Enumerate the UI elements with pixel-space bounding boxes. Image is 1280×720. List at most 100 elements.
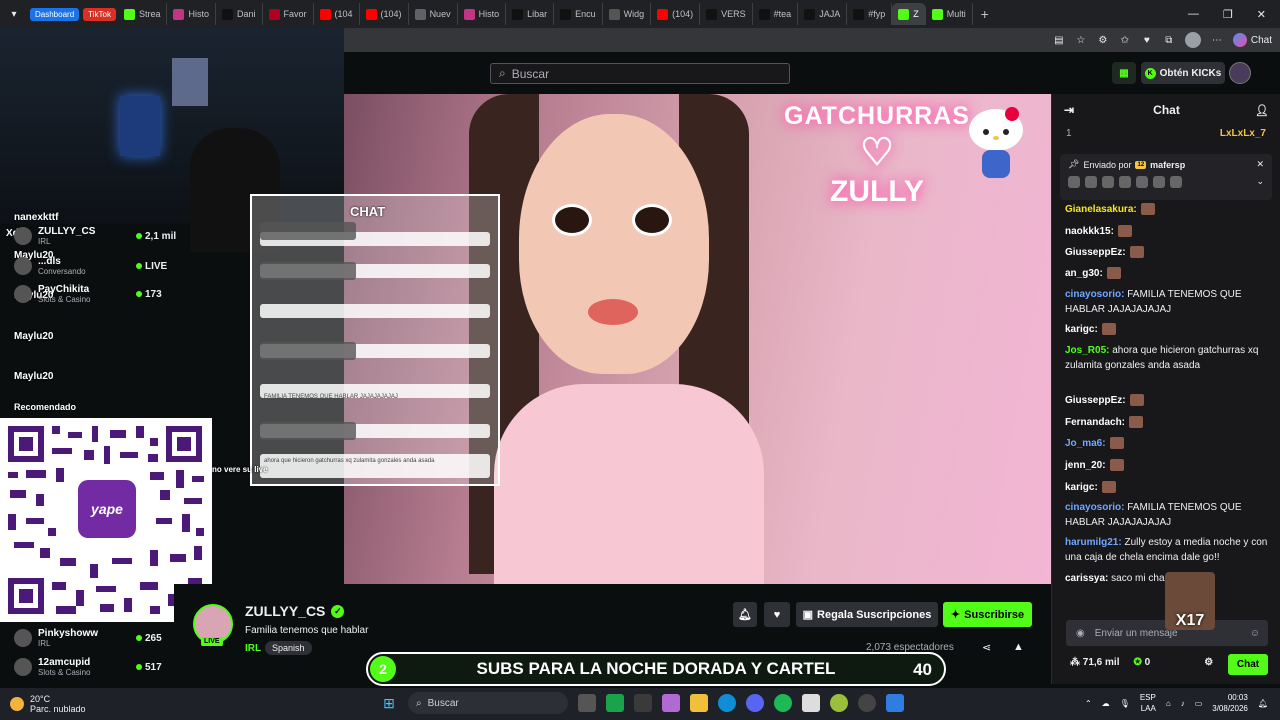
sidebar-channel[interactable]: Pinkyshoww IRL 265 <box>14 628 162 648</box>
chat-username[interactable]: carissya: <box>1065 573 1108 584</box>
reading-mode-icon[interactable]: ▤ <box>1053 34 1065 46</box>
kick-rewards-icon[interactable]: ▦ <box>1112 62 1136 84</box>
file-explorer-icon[interactable] <box>690 694 708 712</box>
windows-start-icon[interactable]: ⊞ <box>380 694 398 712</box>
chat-username[interactable]: cinayosorio: <box>1065 289 1124 300</box>
browser-tab[interactable]: Strea <box>118 3 168 25</box>
minimize-icon[interactable]: — <box>1188 8 1199 21</box>
hello-kitty-figure <box>969 107 1023 178</box>
sidebar-channel[interactable]: ...dls Conversando LIVE <box>14 256 167 276</box>
copilot-app-icon[interactable] <box>662 694 680 712</box>
extensions-icon[interactable]: ⚙ <box>1097 34 1109 46</box>
browser-tab[interactable]: Libar <box>506 3 555 25</box>
top-gifter[interactable]: LxLxLx_7 <box>1220 128 1266 139</box>
chat-username[interactable]: Jos_R05: <box>1065 345 1109 356</box>
user-avatar[interactable] <box>1229 62 1251 84</box>
browser-tab[interactable]: (104) <box>360 3 409 25</box>
clock[interactable]: 00:03 3/08/2026 <box>1212 692 1248 714</box>
stream-category[interactable]: IRL <box>245 643 261 654</box>
more-options-icon[interactable]: ⋯ <box>1211 34 1223 46</box>
users-icon[interactable]: 👤︎ <box>1255 104 1269 117</box>
notes-app-icon[interactable] <box>606 694 624 712</box>
chat-username[interactable]: jenn_20: <box>1065 460 1106 471</box>
spotify-icon[interactable] <box>774 694 792 712</box>
onedrive-icon[interactable]: ☁ <box>1102 699 1110 708</box>
tab-group-tiktok[interactable]: TikTok <box>83 7 116 21</box>
browser-tab[interactable]: Multi <box>926 3 973 25</box>
task-view-icon[interactable] <box>578 694 596 712</box>
chat-username[interactable]: naokkk15: <box>1065 226 1114 237</box>
browser-tab[interactable]: Dani <box>216 3 263 25</box>
new-tab-button[interactable]: + <box>973 6 997 22</box>
settings-icon[interactable]: ⚙ <box>1204 657 1213 668</box>
notifications-button[interactable]: 🔔︎ <box>733 602 757 627</box>
follow-button[interactable]: ♥ <box>764 602 790 627</box>
mic-icon[interactable]: 🎙︎ <box>1120 699 1130 708</box>
app-icon[interactable] <box>830 694 848 712</box>
network-icon[interactable]: ⌂ <box>1166 699 1171 708</box>
share-icon[interactable]: ⋖ <box>982 641 991 654</box>
edge-browser-icon[interactable] <box>718 694 736 712</box>
battery-icon[interactable]: ▭ <box>1195 699 1203 708</box>
discord-icon[interactable] <box>746 694 764 712</box>
favorites-icon[interactable]: ✩ <box>1119 34 1131 46</box>
chat-username[interactable]: GiusseppEz: <box>1065 247 1126 258</box>
browser-tab[interactable]: Z <box>892 3 926 25</box>
weather-widget[interactable]: 20°C Parc. nublado <box>10 694 86 714</box>
collections-icon[interactable]: ⧉ <box>1163 34 1175 46</box>
collapse-chat-icon[interactable]: ⇥ <box>1064 103 1074 117</box>
search-input[interactable]: ⌕ Buscar <box>490 63 790 84</box>
bookmark-star-icon[interactable]: ☆ <box>1075 34 1087 46</box>
copilot-chat-button[interactable]: Chat <box>1232 33 1272 47</box>
browser-tab[interactable]: Nuev <box>409 3 458 25</box>
expand-chevron-icon[interactable]: ⌄ <box>1256 176 1264 188</box>
browser-tab[interactable]: Widg <box>603 3 652 25</box>
capcut-icon[interactable] <box>802 694 820 712</box>
chevron-up-icon[interactable]: ⌃ <box>1085 699 1092 708</box>
chat-username[interactable]: GiusseppEz: <box>1065 395 1126 406</box>
browser-tab[interactable]: Encu <box>554 3 603 25</box>
emoji-icon[interactable]: ☺ <box>1250 628 1260 639</box>
sidebar-channel[interactable]: 12amcupid Slots & Casino 517 <box>14 657 162 677</box>
browser-tab[interactable]: Histo <box>458 3 507 25</box>
notifications-icon[interactable]: 🔔︎ <box>1258 699 1268 708</box>
browser-tab[interactable]: Histo <box>167 3 216 25</box>
chat-username[interactable]: Jo_ma6: <box>1065 438 1106 449</box>
volume-icon[interactable]: ♪ <box>1181 699 1185 708</box>
chat-username[interactable]: Gianelasakura: <box>1065 204 1137 215</box>
streamer-name[interactable]: ZULLYY_CS ✓ <box>245 603 345 619</box>
shield-icon[interactable]: ♥ <box>1141 34 1153 46</box>
gift-subs-button[interactable]: ▣ Regala Suscripciones <box>796 602 938 627</box>
profile-avatar[interactable] <box>1184 32 1201 48</box>
chat-username[interactable]: karigc: <box>1065 324 1098 335</box>
chat-username[interactable]: karigc: <box>1065 482 1098 493</box>
report-icon[interactable]: ▲ <box>1013 641 1024 653</box>
maximize-icon[interactable]: ❐ <box>1223 8 1233 21</box>
taskbar-search[interactable]: ⌕ Buscar <box>408 692 568 714</box>
browser-tab[interactable]: VERS <box>700 3 753 25</box>
app-icon-2[interactable] <box>886 694 904 712</box>
browser-tab[interactable]: (104) <box>651 3 701 25</box>
close-window-icon[interactable]: ✕ <box>1257 8 1266 21</box>
browser-tab[interactable]: #fyp <box>847 3 893 25</box>
keyboard-language[interactable]: ESP LAA <box>1140 692 1156 714</box>
chat-username[interactable]: Fernandach: <box>1065 417 1125 428</box>
tab-group-dashboard[interactable]: Dashboard <box>30 7 80 21</box>
sidebar-channel[interactable]: PayChikita Slots & Casino 173 <box>14 284 162 304</box>
store-icon[interactable] <box>634 694 652 712</box>
send-chat-button[interactable]: Chat <box>1228 654 1268 675</box>
get-kicks-button[interactable]: K Obtén KICKs <box>1141 62 1225 84</box>
subscribe-button[interactable]: ✦ Suscribirse <box>943 602 1032 627</box>
browser-tab[interactable]: (104 <box>314 3 360 25</box>
chat-username[interactable]: harumilg21: <box>1065 537 1122 548</box>
chat-username[interactable]: an_g30: <box>1065 268 1103 279</box>
language-tag[interactable]: Spanish <box>265 641 312 655</box>
browser-tab[interactable]: Favor <box>263 3 314 25</box>
browser-tab[interactable]: #tea <box>753 3 799 25</box>
sidebar-channel[interactable]: ZULLYY_CS IRL 2,1 mil <box>14 226 176 246</box>
chat-username[interactable]: cinayosorio: <box>1065 502 1124 513</box>
unpin-icon[interactable]: ✕ <box>1256 159 1264 170</box>
browser-tab[interactable]: JAJA <box>798 3 848 25</box>
tab-search-menu-icon[interactable]: ▾ <box>0 0 28 28</box>
obs-icon[interactable] <box>858 694 876 712</box>
